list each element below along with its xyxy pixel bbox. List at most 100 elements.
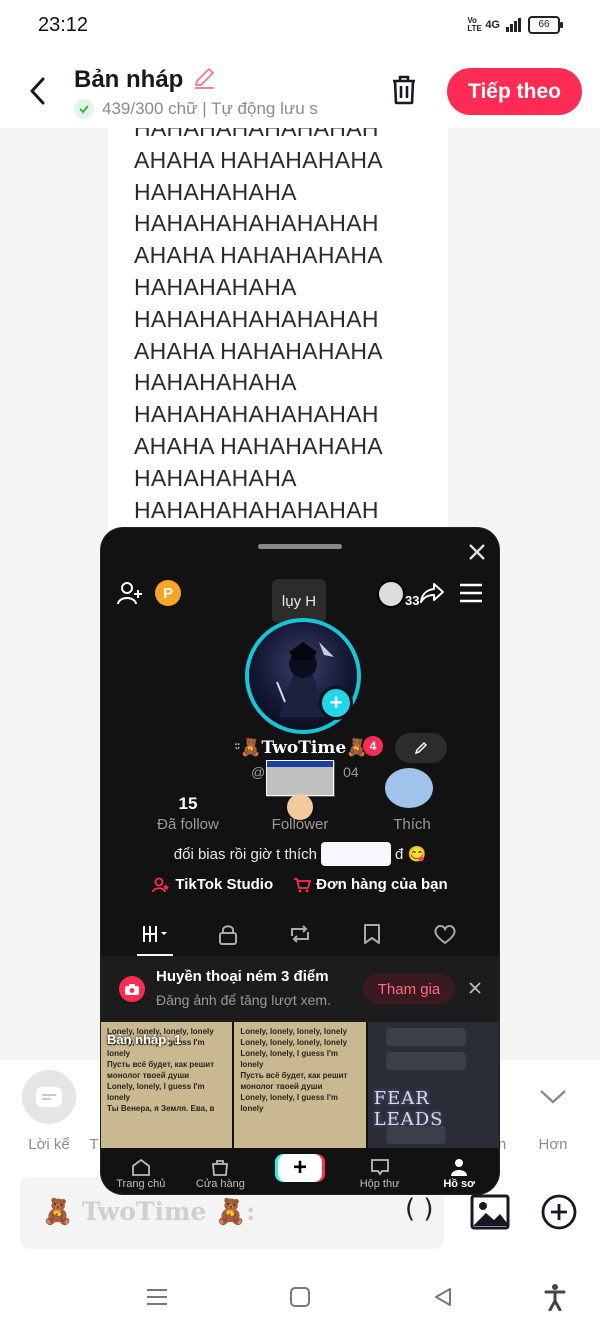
window-sticker: [266, 760, 334, 796]
check-icon: [74, 99, 94, 119]
nav-inbox-label: Hộp thư: [359, 1178, 400, 1190]
bio-suffix: đ 😋: [395, 846, 427, 863]
nav-inbox[interactable]: Hộp thư: [340, 1148, 420, 1194]
add-story-icon[interactable]: +: [319, 686, 353, 720]
back-arrow-icon[interactable]: [26, 75, 50, 107]
drag-handle[interactable]: [258, 544, 342, 549]
stat-following[interactable]: 15 Đã follow: [143, 794, 233, 833]
add-circle-icon[interactable]: [540, 1193, 578, 1231]
tool-narration[interactable]: Lời kể: [20, 1070, 78, 1153]
image-icon[interactable]: [470, 1193, 510, 1231]
grid-item-video[interactable]: Lonely, lonely, lonely, lonely Lonely, l…: [234, 1022, 366, 1148]
floating-profile-window[interactable]: P lụy H 33 + ᵕ̈🧸TwoTime🧸 4 @ 04 15 Đã fo…: [101, 528, 499, 1194]
network-indicator: 4G: [485, 19, 500, 31]
thumb-overlay-text: FEAR LEADS: [373, 1088, 444, 1130]
draft-count-label: Bản nháp: 1: [107, 1032, 182, 1047]
system-nav-bar: [0, 1260, 600, 1333]
tab-videos[interactable]: [135, 916, 175, 956]
tab-saved[interactable]: [352, 916, 392, 952]
battery-indicator: 66: [528, 16, 563, 34]
hamburger-menu-icon[interactable]: [459, 582, 483, 604]
signal-icon: [506, 18, 521, 32]
page-title: Bản nháp: [74, 65, 218, 94]
status-tooltip: lụy H: [272, 579, 326, 623]
orders-link[interactable]: Đơn hàng của bạn: [293, 876, 448, 893]
grid-item-draft[interactable]: Lonely, lonely, lonely, lonely Lonely, l…: [101, 1022, 233, 1148]
pencil-icon[interactable]: [192, 65, 218, 91]
chevron-down-icon: [540, 1090, 566, 1104]
bookmark-icon: [364, 924, 381, 944]
tiktok-studio-link[interactable]: TikTok Studio: [152, 876, 273, 893]
share-icon[interactable]: [419, 580, 445, 606]
message-icon: [22, 1070, 76, 1124]
banner-title: Huyền thoại ném 3 điểm: [156, 968, 329, 985]
chat-bubble: [385, 1028, 466, 1046]
tool-partial-right-label: n: [497, 1136, 507, 1153]
nav-shop[interactable]: Cửa hàng: [181, 1148, 261, 1194]
char-count-text: 439/300 chữ | Tự động lưu s: [102, 99, 318, 118]
nav-profile-label: Hồ sơ: [443, 1178, 475, 1190]
join-button[interactable]: Tham gia: [363, 974, 455, 1004]
video-grid: Lonely, lonely, lonely, lonely Lonely, l…: [101, 1022, 499, 1148]
close-banner-icon[interactable]: [469, 982, 481, 994]
nav-shop-label: Cửa hàng: [195, 1178, 245, 1190]
inbox-icon: [370, 1159, 389, 1176]
following-label: Đã follow: [157, 816, 219, 833]
canvas-text[interactable]: HAHAHAHAHAHAHAH AHAHA HAHAHAHAHA HAHAHAH…: [134, 128, 434, 526]
status-bar: 23:12 Vo LTE 4G 66: [0, 0, 600, 55]
handle-suffix: 04: [343, 764, 359, 780]
visitor-avatar: [377, 580, 405, 608]
draft-title: Bản nháp: [74, 66, 184, 93]
tab-private[interactable]: [208, 916, 248, 952]
shop-icon: [212, 1160, 229, 1176]
profile-visitors[interactable]: 33: [377, 580, 419, 608]
camera-icon: [119, 976, 145, 1002]
visitor-count: 33: [405, 593, 420, 608]
username-text: 🧸TwoTime🧸: [240, 738, 368, 758]
promo-banner[interactable]: Huyền thoại ném 3 điểm Đăng ảnh để tăng …: [101, 956, 499, 1022]
accessibility-icon[interactable]: [540, 1282, 570, 1312]
grid-icon: [143, 926, 168, 942]
profile-username[interactable]: ᵕ̈🧸TwoTime🧸: [221, 738, 381, 758]
editor-header: Bản nháp 439/300 chữ | Tự động lưu s Tiế…: [0, 55, 600, 128]
tool-more[interactable]: Hơn: [528, 1070, 578, 1153]
nav-profile[interactable]: Hồ sơ: [419, 1148, 499, 1194]
following-count: 15: [178, 794, 198, 813]
tab-reposts[interactable]: [280, 916, 320, 952]
nav-home[interactable]: Trang chủ: [101, 1148, 181, 1194]
orders-label: Đơn hàng của bạn: [316, 876, 448, 893]
next-button[interactable]: Tiếp theo: [447, 68, 582, 115]
menu-nav-icon[interactable]: [142, 1282, 172, 1312]
text-canvas[interactable]: HAHAHAHAHAHAHAH AHAHA HAHAHAHAHA HAHAHAH…: [108, 128, 448, 538]
profile-icon: [451, 1159, 468, 1176]
tool-partial[interactable]: T: [88, 1136, 100, 1153]
cart-icon: [294, 877, 312, 892]
tool-narration-label: Lời kể: [28, 1136, 70, 1153]
clock: 23:12: [38, 14, 89, 36]
studio-icon: [152, 877, 170, 892]
notification-badge: 4: [363, 736, 383, 756]
chat-bubble: [385, 1052, 466, 1070]
edit-profile-button[interactable]: [395, 733, 447, 763]
trash-icon[interactable]: [386, 72, 422, 108]
edit-icon: [414, 741, 428, 755]
back-nav-icon[interactable]: [428, 1282, 458, 1312]
profile-links: TikTok Studio Đơn hàng của bạn: [101, 876, 499, 893]
caption-placeholder: 🧸 TwoTime 🧸:: [42, 1197, 256, 1226]
home-nav-icon[interactable]: [285, 1282, 315, 1312]
parentheses-button[interactable]: ( ): [405, 1194, 434, 1224]
points-badge[interactable]: P: [155, 580, 181, 606]
volte-indicator: Vo LTE: [467, 16, 482, 33]
nav-create[interactable]: +: [260, 1148, 340, 1194]
status-icons: Vo LTE 4G 66: [467, 16, 563, 34]
heart-icon: [434, 925, 456, 945]
chat-bubble: [385, 1126, 446, 1144]
tool-partial-label: T: [89, 1136, 99, 1153]
tab-liked[interactable]: [425, 916, 465, 952]
emoji-sticker: [385, 768, 433, 808]
grid-item-video[interactable]: FEAR LEADS: [367, 1022, 499, 1148]
create-button[interactable]: +: [277, 1154, 322, 1182]
tiktok-studio-label: TikTok Studio: [175, 876, 274, 893]
add-friend-icon[interactable]: [117, 580, 143, 606]
close-icon[interactable]: [467, 542, 487, 562]
